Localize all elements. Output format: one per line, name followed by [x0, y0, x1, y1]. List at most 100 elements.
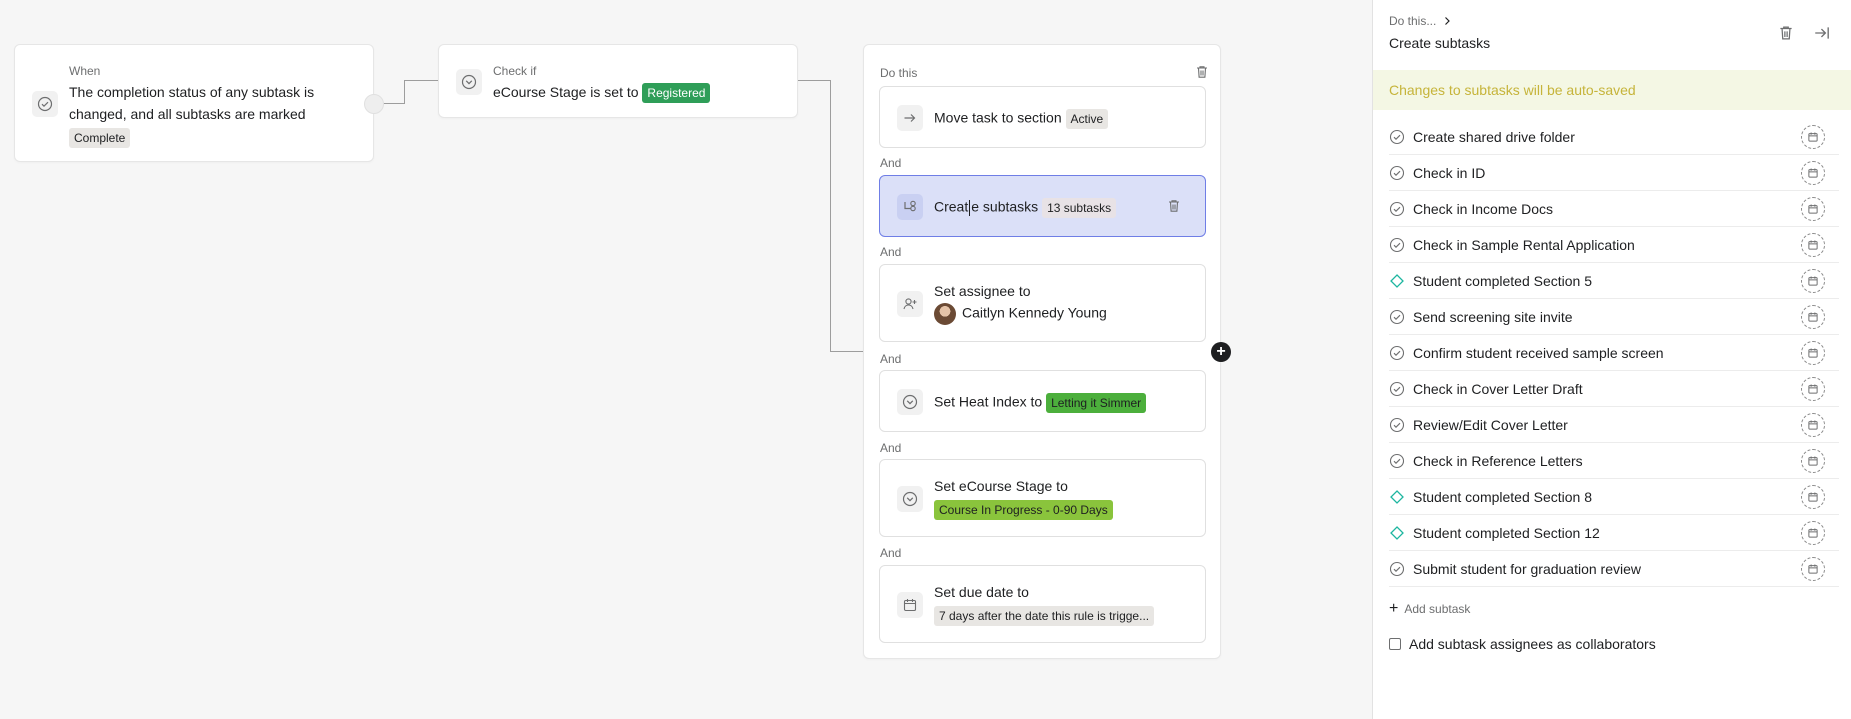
heat-index-title: Set Heat Index to [934, 393, 1043, 410]
subtask-name[interactable]: Check in Reference Letters [1413, 453, 1583, 469]
subtask-name[interactable]: Check in Income Docs [1413, 201, 1553, 217]
subtask-row[interactable]: Check in Sample Rental Application [1389, 227, 1839, 263]
check-circle-icon[interactable] [1389, 345, 1405, 361]
due-date-picker-button[interactable] [1801, 485, 1825, 509]
due-date-picker-button[interactable] [1801, 161, 1825, 185]
condition-label: Check if [493, 64, 537, 78]
avatar [934, 303, 956, 325]
subtask-name[interactable]: Confirm student received sample screen [1413, 345, 1664, 361]
subtask-name[interactable]: Send screening site invite [1413, 309, 1573, 325]
due-date-picker-button[interactable] [1801, 197, 1825, 221]
subtask-icon [904, 200, 916, 212]
subtask-row[interactable]: Review/Edit Cover Letter [1389, 407, 1839, 443]
action-set-ecourse-stage[interactable]: Set eCourse Stage to Course In Progress … [879, 459, 1206, 537]
collaborators-label: Add subtask assignees as collaborators [1409, 636, 1656, 652]
connector-line [798, 80, 830, 81]
due-date-picker-button[interactable] [1801, 233, 1825, 257]
calendar-icon [1808, 564, 1818, 574]
subtask-name[interactable]: Student completed Section 5 [1413, 273, 1592, 289]
subtask-name[interactable]: Check in Sample Rental Application [1413, 237, 1635, 253]
chevron-down-circle-icon [902, 394, 918, 410]
subtask-row[interactable]: Student completed Section 8 [1389, 479, 1839, 515]
trigger-card[interactable]: When The completion status of any subtas… [14, 44, 374, 162]
due-date-picker-button[interactable] [1801, 269, 1825, 293]
action-icon-box [897, 486, 923, 512]
subtask-name[interactable]: Student completed Section 8 [1413, 489, 1592, 505]
check-circle-icon[interactable] [1389, 165, 1405, 181]
arrow-right-icon [904, 114, 916, 122]
milestone-diamond-icon[interactable] [1389, 273, 1405, 289]
action-icon-box [897, 389, 923, 415]
subtask-name[interactable]: Student completed Section 12 [1413, 525, 1600, 541]
add-action-button[interactable]: + [1211, 342, 1231, 362]
check-circle-icon[interactable] [1389, 309, 1405, 325]
connector-line [404, 80, 405, 104]
trash-icon [1780, 26, 1792, 40]
and-label: And [880, 156, 902, 170]
due-date-picker-button[interactable] [1801, 125, 1825, 149]
sidebar-title: Create subtasks [1389, 35, 1491, 51]
subtask-name[interactable]: Submit student for graduation review [1413, 561, 1641, 577]
subtask-row[interactable]: Confirm student received sample screen [1389, 335, 1839, 371]
due-date-picker-button[interactable] [1801, 377, 1825, 401]
plus-icon: + [1389, 600, 1399, 617]
course-progress-chip: Course In Progress - 0-90 Days [934, 500, 1113, 520]
chevron-right-icon [1445, 17, 1451, 25]
condition-card[interactable]: Check if eCourse Stage is set to Registe… [438, 44, 798, 118]
check-circle-icon[interactable] [1389, 453, 1405, 469]
action-set-assignee[interactable]: Set assignee to Caitlyn Kennedy Young [879, 264, 1206, 342]
check-circle-icon[interactable] [1389, 129, 1405, 145]
add-subtask-button[interactable]: + Add subtask [1389, 601, 1470, 617]
due-date-picker-button[interactable] [1801, 413, 1825, 437]
due-date-picker-button[interactable] [1801, 521, 1825, 545]
delete-action-button[interactable] [1166, 198, 1182, 214]
and-label: And [880, 546, 902, 560]
assignee-value: Caitlyn Kennedy Young [934, 303, 1107, 325]
connector-node[interactable] [364, 94, 384, 114]
calendar-icon [1808, 492, 1818, 502]
subtask-name[interactable]: Create shared drive folder [1413, 129, 1575, 145]
subtask-name[interactable]: Check in ID [1413, 165, 1485, 181]
breadcrumb[interactable]: Do this... [1389, 14, 1452, 28]
delete-subtasks-button[interactable] [1777, 24, 1795, 42]
subtask-row[interactable]: Check in ID [1389, 155, 1839, 191]
close-panel-button[interactable] [1813, 24, 1831, 42]
and-label: And [880, 441, 902, 455]
and-label: And [880, 352, 902, 366]
subtask-row[interactable]: Check in Reference Letters [1389, 443, 1839, 479]
check-circle-icon[interactable] [1389, 417, 1405, 433]
ecourse-stage-title: Set eCourse Stage to [934, 478, 1068, 494]
due-date-picker-button[interactable] [1801, 305, 1825, 329]
subtask-name[interactable]: Check in Cover Letter Draft [1413, 381, 1583, 397]
collaborators-option[interactable]: Add subtask assignees as collaborators [1389, 636, 1656, 652]
subtask-row[interactable]: Create shared drive folder [1389, 119, 1839, 155]
due-date-picker-button[interactable] [1801, 341, 1825, 365]
due-date-picker-button[interactable] [1801, 557, 1825, 581]
subtask-row[interactable]: Student completed Section 5 [1389, 263, 1839, 299]
milestone-diamond-icon[interactable] [1389, 525, 1405, 541]
action-move-to-section[interactable]: Move task to section Active [879, 86, 1206, 148]
collaborators-checkbox[interactable] [1389, 638, 1401, 650]
assignee-name: Caitlyn Kennedy Young [962, 304, 1107, 321]
subtask-name[interactable]: Review/Edit Cover Letter [1413, 417, 1568, 433]
check-circle-icon[interactable] [1389, 381, 1405, 397]
subtask-row[interactable]: Send screening site invite [1389, 299, 1839, 335]
subtask-row[interactable]: Submit student for graduation review [1389, 551, 1839, 587]
check-circle-icon[interactable] [1389, 237, 1405, 253]
action-set-due-date[interactable]: Set due date to 7 days after the date th… [879, 565, 1206, 643]
calendar-icon [1808, 528, 1818, 538]
action-create-subtasks[interactable]: Creat e subtasks 13 subtasks [879, 175, 1206, 237]
check-circle-icon[interactable] [1389, 561, 1405, 577]
subtask-row[interactable]: Student completed Section 12 [1389, 515, 1839, 551]
subtask-row[interactable]: Check in Cover Letter Draft [1389, 371, 1839, 407]
due-date-picker-button[interactable] [1801, 449, 1825, 473]
connector-line [830, 80, 831, 352]
complete-chip: Complete [69, 128, 131, 148]
subtask-row[interactable]: Check in Income Docs [1389, 191, 1839, 227]
check-circle-icon[interactable] [1389, 201, 1405, 217]
delete-actions-button[interactable] [1194, 64, 1210, 80]
registered-chip: Registered [642, 83, 711, 104]
milestone-diamond-icon[interactable] [1389, 489, 1405, 505]
connector-line [830, 351, 863, 352]
action-set-heat-index[interactable]: Set Heat Index to Letting it Simmer [879, 370, 1206, 432]
